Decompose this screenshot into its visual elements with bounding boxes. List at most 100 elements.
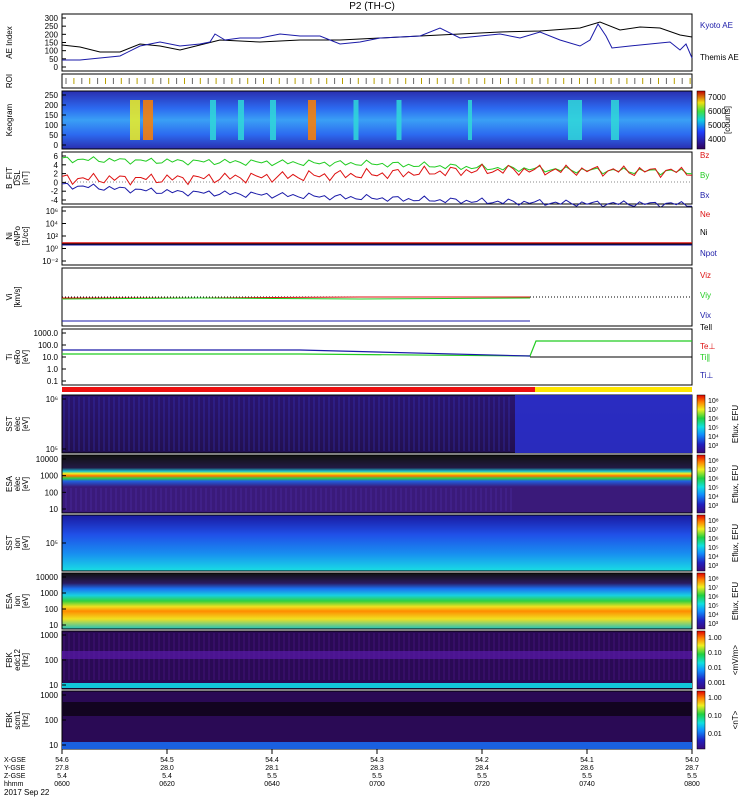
- summary-plot-svg: P2 (TH-C) AE IndexROIKeogramB_FIT DSL [n…: [4, 1, 740, 797]
- eflux-colorbar-label: Eflux, EFU: [731, 524, 740, 562]
- fbk_b-tick-label: 1000: [40, 691, 58, 700]
- eflux-colorbar-label: Eflux, EFU: [731, 465, 740, 503]
- mode-bar-yellow: [535, 387, 692, 392]
- bfield-ylabel3: [nT]: [21, 171, 30, 185]
- keogram-streak: [468, 100, 472, 140]
- esa_e-tick-label: 1000: [40, 472, 58, 481]
- ae-legend-item: Themis AE: [700, 53, 739, 62]
- eflux-colorbar-tick: 10³: [708, 503, 719, 510]
- temp-legend-item: Te⊥: [700, 342, 715, 351]
- time-axis-row-label: X-GSE: [4, 757, 26, 764]
- time-tick-label: 0740: [579, 781, 595, 788]
- fbk-b-colorbar: [696, 690, 706, 750]
- density-frame: [61, 206, 693, 266]
- x-gse-value: 54.6: [55, 757, 69, 764]
- eflux-colorbar-tick: 10⁴: [708, 612, 719, 619]
- temp-tick-label: 1.0: [47, 365, 59, 374]
- spectrogram-panels: [61, 394, 693, 750]
- y-gse-value: 27.8: [55, 765, 69, 772]
- density-tick-label: 10²: [46, 232, 58, 241]
- keogram-streak: [568, 100, 582, 140]
- esa_e-tick-label: 100: [45, 488, 59, 497]
- keogram-tick-label: 100: [45, 121, 59, 130]
- eflux-colorbar-tick: 10⁵: [708, 485, 719, 492]
- esa_e-tick-label: 10: [49, 505, 58, 514]
- temp-tick-label: 10.0: [42, 353, 58, 362]
- fbk_e-tick-label: 10: [49, 681, 58, 690]
- x-gse-value: 54.5: [160, 757, 174, 764]
- z-gse-value: 5.4: [57, 773, 67, 780]
- sst_i-tick-label: 10⁵: [46, 539, 58, 548]
- x-gse-value: 54.0: [685, 757, 699, 764]
- time-tick-label: 0700: [369, 781, 385, 788]
- velocity-panel: [61, 267, 693, 327]
- time-axis-row-label: Z-GSE: [4, 773, 26, 780]
- eflux-colorbar-tick: 10⁴: [708, 434, 719, 441]
- temp-legend-item: Tell: [700, 323, 712, 332]
- themis-summary-plot: P2 (TH-C) AE Index ROI Keogram B_FIT DSL…: [0, 0, 750, 800]
- fbk-b-colorbar-tick: 0.10: [708, 713, 722, 720]
- fbk-b-colorbar-tick: 0.01: [708, 731, 722, 738]
- temp-ylabel3: [eV]: [21, 350, 30, 364]
- eflux-colorbar-tick: 10⁷: [708, 467, 719, 474]
- fbk-edc12-cyan-band: [62, 683, 692, 688]
- eflux-colorbar-tick: 10⁵: [708, 425, 719, 432]
- velocity-legend-item: Viz: [700, 271, 711, 280]
- sst_e-ylabel3: [eV]: [21, 417, 30, 431]
- velocity-legend-item: Vix: [700, 311, 711, 320]
- temp-tick-label: 100.0: [38, 341, 59, 350]
- sst-elec-right-block: [515, 395, 692, 453]
- eflux-colorbar-tick: 10³: [708, 443, 719, 450]
- fbk-b-colorbar-label: <nT>: [731, 710, 740, 729]
- time-axis: X-GSEY-GSEZ-GSEhhmm2017 Sep 2254.627.85.…: [4, 749, 700, 797]
- fbk-scm1-dark-band: [62, 702, 692, 716]
- colorbar-tick-labels: 7000 6000 5000 4000 10⁸ 10⁷ 10⁶ 10⁵ 10⁴ 10³ Eflux,…: [708, 93, 740, 738]
- esa-ion-colorbar: [696, 572, 706, 630]
- density-legend-item: Ne: [700, 210, 711, 219]
- z-gse-value: 5.4: [162, 773, 172, 780]
- ae-legend-item: Kyoto AE: [700, 21, 733, 30]
- y-gse-value: 28.0: [160, 765, 174, 772]
- bfield-tick-label: -4: [51, 196, 59, 205]
- y-gse-value: 28.7: [685, 765, 699, 772]
- eflux-colorbar-tick: 10⁴: [708, 554, 719, 561]
- eflux-colorbar-tick: 10⁵: [708, 545, 719, 552]
- time-tick-label: 0720: [474, 781, 490, 788]
- plot-title: P2 (TH-C): [349, 1, 395, 12]
- y-gse-value: 28.3: [370, 765, 384, 772]
- eflux-colorbar-tick: 10⁴: [708, 494, 719, 501]
- bfield-tick-label: 2: [54, 170, 59, 179]
- fbk-e-colorbar: [696, 630, 706, 690]
- sst-ion-colorbar: [696, 514, 706, 572]
- temp-tick-label: 0.1: [47, 377, 59, 386]
- keogram-tick-label: 150: [45, 111, 59, 120]
- eflux-colorbar-tick: 10⁷: [708, 585, 719, 592]
- bfield-tick-label: 4: [54, 161, 59, 170]
- temp-legend-item: Ti∥: [700, 353, 710, 362]
- fbk-e-colorbar-tick: 0.01: [708, 665, 722, 672]
- fbk-scm1-spectrogram: [61, 690, 693, 750]
- sst-elec-colorbar: [696, 394, 706, 454]
- eflux-colorbar-tick: 10⁸: [708, 458, 719, 465]
- magnetic-field-panel: [61, 151, 693, 209]
- fbk_b-tick-label: 10: [49, 741, 58, 750]
- temp-tick-label: 1000.0: [34, 329, 59, 338]
- keogram-colorbar-tick: 6000: [708, 107, 726, 116]
- density-panel: [61, 206, 693, 266]
- esa-elec-colorbar: [696, 454, 706, 514]
- temp-legend-item: Ti⊥: [700, 371, 713, 380]
- keogram-streak: [611, 100, 619, 140]
- z-gse-value: 5.5: [267, 773, 277, 780]
- keogram-colorbar-tick: 4000: [708, 135, 726, 144]
- keogram-panel: [61, 90, 693, 150]
- keogram-tick-label: 250: [45, 91, 59, 100]
- bfield-legend-item: Bx: [700, 191, 709, 200]
- esa_i-ylabel3: [eV]: [21, 594, 30, 608]
- esa_i-tick-label: 1000: [40, 589, 58, 598]
- mode-bar-red: [62, 387, 535, 392]
- keogram-background: [62, 91, 692, 149]
- fbk-b-colorbar-tick: 1.00: [708, 695, 722, 702]
- viy-line: [61, 297, 531, 300]
- z-gse-value: 5.5: [477, 773, 487, 780]
- eflux-colorbar-tick: 10⁶: [708, 536, 719, 543]
